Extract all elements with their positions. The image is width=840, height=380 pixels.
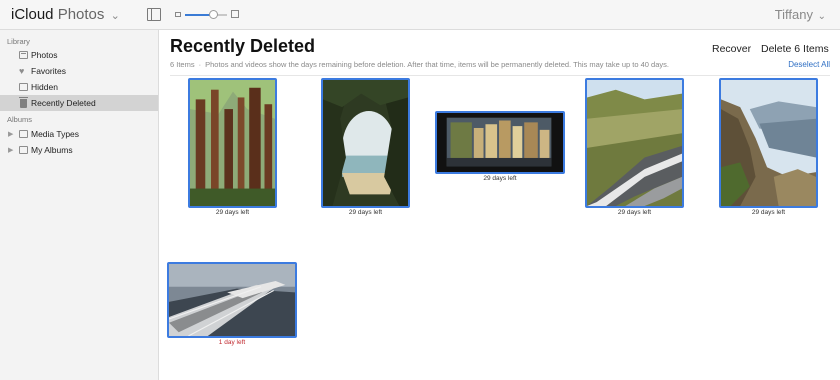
mountain-road-image — [587, 80, 682, 206]
sidebar-item-label: Favorites — [31, 66, 66, 76]
days-left-label: 1 day left — [218, 339, 246, 346]
photo-thumbnail-pier-walkway[interactable] — [167, 262, 297, 338]
heart-icon: ♥ — [19, 66, 25, 76]
large-thumbnail-icon — [231, 10, 239, 18]
brand-app-name: Photos — [57, 6, 105, 23]
page-subtitle: 6 Items · Photos and videos show the days … — [170, 60, 669, 69]
top-bar: iCloud Photos ⌄ Tiffany ⌄ — [0, 0, 840, 30]
sidebar-item-label: My Albums — [31, 145, 73, 155]
sidebar-item-label: Photos — [31, 50, 58, 60]
sidebar-item-photos[interactable]: Photos — [0, 47, 158, 63]
sidebar-item-label: Recently Deleted — [31, 98, 96, 108]
photo-thumbnail-street-buildings[interactable] — [435, 111, 565, 174]
app-switcher[interactable]: iCloud Photos ⌄ — [11, 6, 120, 23]
disclosure-triangle-icon[interactable]: ▶ — [8, 130, 13, 138]
photo-thumbnail-lake-through-trees[interactable] — [321, 78, 410, 208]
photo-thumbnail-redwood-forest[interactable] — [188, 78, 277, 208]
sidebar-item-hidden[interactable]: Hidden — [0, 79, 158, 95]
folder-icon — [19, 130, 28, 138]
user-name: Tiffany — [774, 7, 813, 22]
street-buildings-image — [437, 113, 563, 172]
sidebar-item-label: Media Types — [31, 129, 80, 139]
chevron-down-icon: ⌄ — [110, 10, 120, 22]
deselect-all-button[interactable]: Deselect All — [788, 60, 830, 69]
albums-heading: Albums — [7, 115, 33, 124]
sidebar-toggle-icon[interactable] — [147, 8, 161, 21]
chevron-down-icon: ⌄ — [817, 11, 826, 22]
sidebar-item-label: Hidden — [31, 82, 58, 92]
zoom-slider[interactable] — [175, 9, 239, 21]
small-thumbnail-icon — [175, 12, 181, 17]
pier-walkway-image — [169, 264, 295, 336]
disclosure-triangle-icon[interactable]: ▶ — [8, 146, 13, 154]
days-left-label: 29 days left — [215, 209, 250, 216]
cliffs-valley-image — [721, 80, 816, 206]
photos-icon — [19, 51, 28, 59]
user-menu[interactable]: Tiffany ⌄ — [775, 7, 826, 22]
header-divider — [170, 75, 830, 76]
sidebar: Library Photos ♥ Favorites Hidden Recent… — [0, 30, 159, 380]
redwood-forest-image — [190, 80, 275, 206]
days-left-label: 29 days left — [751, 209, 786, 216]
days-left-label: 29 days left — [483, 175, 517, 182]
hidden-icon — [19, 83, 28, 91]
sidebar-item-media-types[interactable]: ▶ Media Types — [0, 126, 158, 142]
sidebar-item-my-albums[interactable]: ▶ My Albums — [0, 142, 158, 158]
sidebar-item-favorites[interactable]: ♥ Favorites — [0, 63, 158, 79]
icloud-photos-app: iCloud Photos ⌄ Tiffany ⌄ Library Photos… — [0, 0, 840, 380]
lake-through-trees-image — [323, 80, 408, 206]
photo-thumbnail-cliffs-valley[interactable] — [719, 78, 818, 208]
days-left-label: 29 days left — [617, 209, 652, 216]
zoom-slider-knob[interactable] — [209, 10, 219, 19]
library-heading: Library — [7, 37, 30, 46]
days-left-label: 29 days left — [348, 209, 383, 216]
delete-items-button[interactable]: Delete 6 Items — [761, 43, 829, 55]
trash-icon — [19, 97, 28, 108]
item-count: 6 Items — [170, 60, 195, 69]
sidebar-item-recently-deleted[interactable]: Recently Deleted — [0, 95, 158, 111]
photo-thumbnail-mountain-road[interactable] — [585, 78, 684, 208]
brand-icloud: iCloud — [11, 6, 54, 23]
separator: · — [198, 60, 202, 69]
recover-button[interactable]: Recover — [712, 43, 751, 55]
folder-icon — [19, 146, 28, 154]
page-title: Recently Deleted — [170, 36, 316, 56]
deletion-description: Photos and videos show the days remainin… — [205, 60, 669, 69]
